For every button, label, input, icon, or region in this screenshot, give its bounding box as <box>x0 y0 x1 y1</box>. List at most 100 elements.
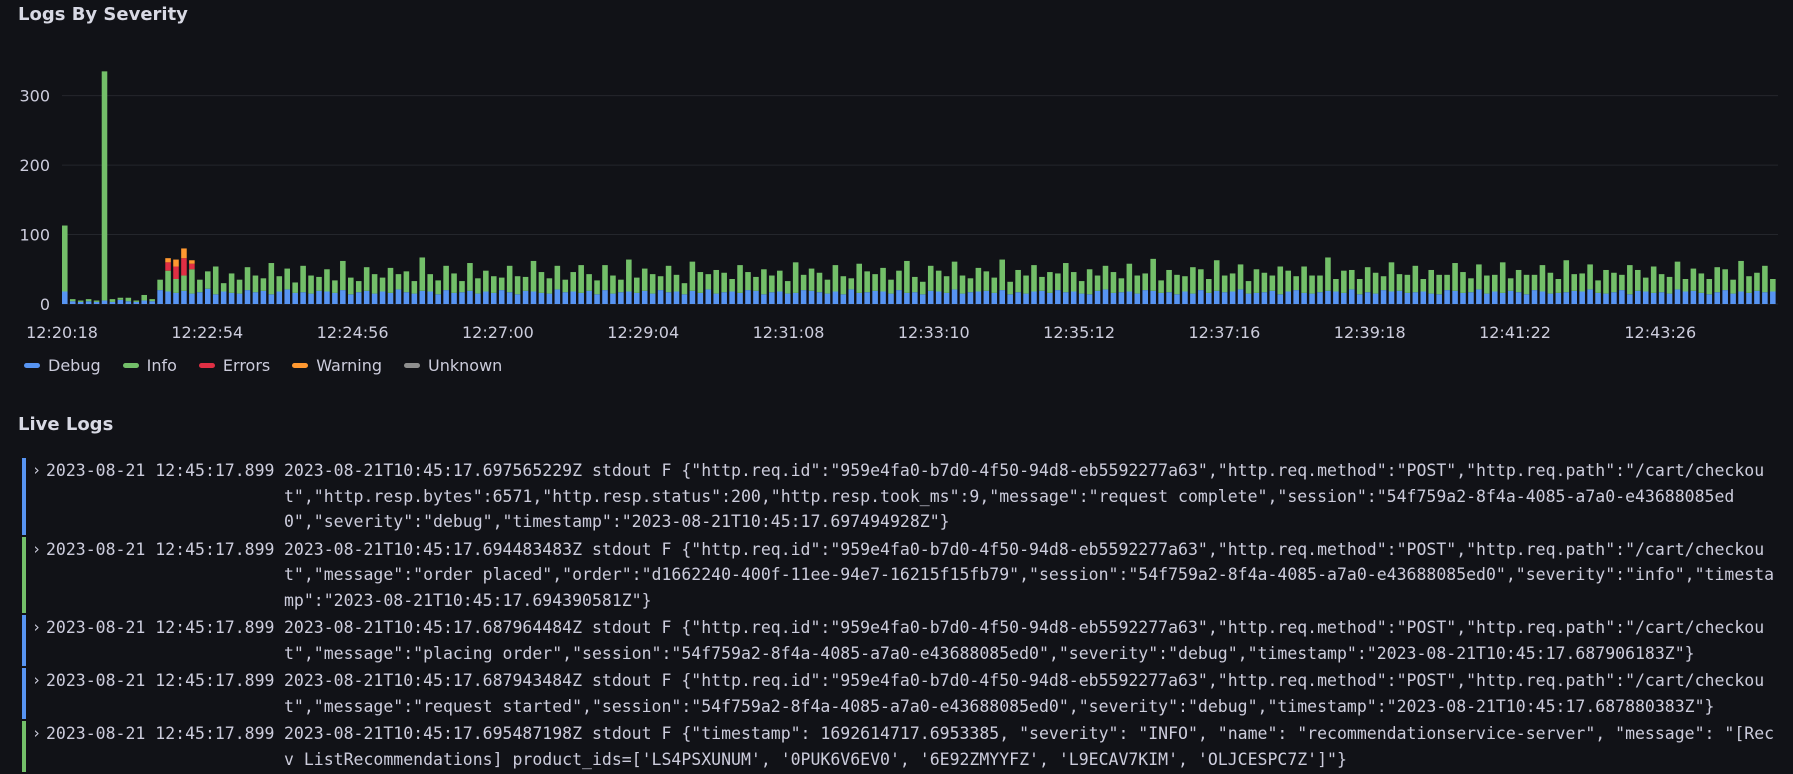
bar-info <box>300 265 306 293</box>
bar-debug <box>506 292 513 304</box>
legend-item-warning[interactable]: Warning <box>292 356 382 375</box>
bar-info <box>570 272 576 292</box>
legend-item-unknown[interactable]: Unknown <box>404 356 502 375</box>
bar-debug <box>1650 292 1657 304</box>
bar-debug <box>1086 294 1093 304</box>
bar-debug <box>832 291 839 304</box>
bar-info <box>721 272 727 293</box>
bar-info <box>1666 276 1673 294</box>
bar-debug <box>824 293 831 304</box>
bar-debug <box>355 292 362 304</box>
bar-info <box>761 269 767 295</box>
bar-info <box>610 275 616 294</box>
log-row[interactable]: › 2023-08-21 12:45:17.899 2023-08-21T10:45… <box>22 721 1782 772</box>
bar-debug <box>244 290 251 304</box>
bar-info <box>387 267 394 293</box>
bar-info <box>1484 275 1490 294</box>
bar-info <box>1531 274 1538 291</box>
bar-debug <box>1746 292 1752 304</box>
bar-debug <box>1587 289 1593 304</box>
bar-debug <box>745 290 751 304</box>
x-tick-label: 12:24:56 <box>317 323 389 342</box>
log-row[interactable]: › 2023-08-21 12:45:17.899 2023-08-21T10:45… <box>22 668 1782 719</box>
bar-info <box>697 272 704 293</box>
bar-debug <box>133 301 140 304</box>
bar-info <box>363 267 370 291</box>
bar-info <box>1190 267 1196 294</box>
bar-warning <box>173 259 179 267</box>
bar-info <box>268 263 275 295</box>
bar-info <box>1539 265 1546 292</box>
bar-info <box>602 265 608 291</box>
bar-info <box>904 260 910 293</box>
bar-debug <box>1070 291 1077 304</box>
bar-debug <box>419 290 426 304</box>
bar-debug <box>769 292 775 304</box>
log-row[interactable]: › 2023-08-21 12:45:17.899 2023-08-21T10:45… <box>22 458 1782 535</box>
bar-info <box>1055 273 1061 291</box>
bar-info <box>824 279 831 294</box>
x-tick-label: 12:29:04 <box>607 323 679 342</box>
bar-debug <box>1674 289 1681 304</box>
bar-debug <box>1126 291 1133 304</box>
bar-debug <box>435 294 441 304</box>
bar-info <box>1198 269 1204 291</box>
bar-info <box>808 268 815 291</box>
bar-debug <box>657 290 664 304</box>
bar-info <box>506 265 513 293</box>
bar-info <box>546 278 553 294</box>
bar-info <box>848 278 855 290</box>
live-logs-list: › 2023-08-21 12:45:17.899 2023-08-21T10:45… <box>22 458 1782 774</box>
legend-item-debug[interactable]: Debug <box>24 356 101 375</box>
chevron-right-icon[interactable]: › <box>32 537 46 614</box>
bar-info <box>737 265 743 293</box>
log-row[interactable]: › 2023-08-21 12:45:17.899 2023-08-21T10:45… <box>22 615 1782 666</box>
bar-info <box>1658 274 1665 293</box>
bar-info <box>220 283 227 292</box>
bar-info <box>1579 273 1585 292</box>
bar-info <box>1754 272 1760 291</box>
bar-info <box>618 279 624 293</box>
bar-debug <box>538 292 545 304</box>
bar-info <box>308 275 314 294</box>
chevron-right-icon[interactable]: › <box>32 721 46 772</box>
bar-info <box>1158 280 1164 293</box>
legend-item-info[interactable]: Info <box>122 356 177 375</box>
bar-debug <box>1658 292 1665 304</box>
bar-info <box>1086 269 1093 295</box>
bar-debug <box>1579 291 1585 304</box>
log-row[interactable]: › 2023-08-21 12:45:17.899 2023-08-21T10:45… <box>22 536 1782 614</box>
bar-info <box>1372 272 1379 294</box>
bar-debug <box>1055 290 1061 304</box>
bar-debug <box>570 291 576 304</box>
chevron-right-icon[interactable]: › <box>32 668 46 719</box>
bar-debug <box>912 292 918 304</box>
bar-debug <box>1492 291 1498 304</box>
legend-swatch <box>24 363 40 368</box>
bar-debug <box>1754 290 1760 304</box>
legend-item-errors[interactable]: Errors <box>198 356 270 375</box>
bar-debug <box>626 291 632 304</box>
bar-debug <box>197 292 203 304</box>
bar-debug <box>610 293 616 304</box>
bar-debug <box>578 292 584 304</box>
logs-panel-title: Live Logs <box>18 414 114 435</box>
bar-info <box>1547 272 1554 294</box>
bar-info <box>117 297 124 300</box>
chevron-right-icon[interactable]: › <box>32 615 46 666</box>
legend-swatch <box>404 363 421 368</box>
legend-swatch <box>122 363 139 368</box>
bar-debug <box>514 294 521 304</box>
bar-info <box>1650 266 1657 293</box>
bar-info <box>578 265 584 293</box>
bar-debug <box>848 289 855 304</box>
bar-info <box>332 280 338 293</box>
chevron-right-icon[interactable]: › <box>32 458 46 535</box>
bar-debug <box>1047 292 1053 304</box>
y-tick-label: 0 <box>40 295 50 314</box>
bar-info <box>514 276 521 295</box>
bar-debug <box>1325 290 1331 304</box>
bar-debug <box>951 289 958 304</box>
bar-debug <box>1333 291 1339 304</box>
bar-debug <box>1015 292 1021 304</box>
